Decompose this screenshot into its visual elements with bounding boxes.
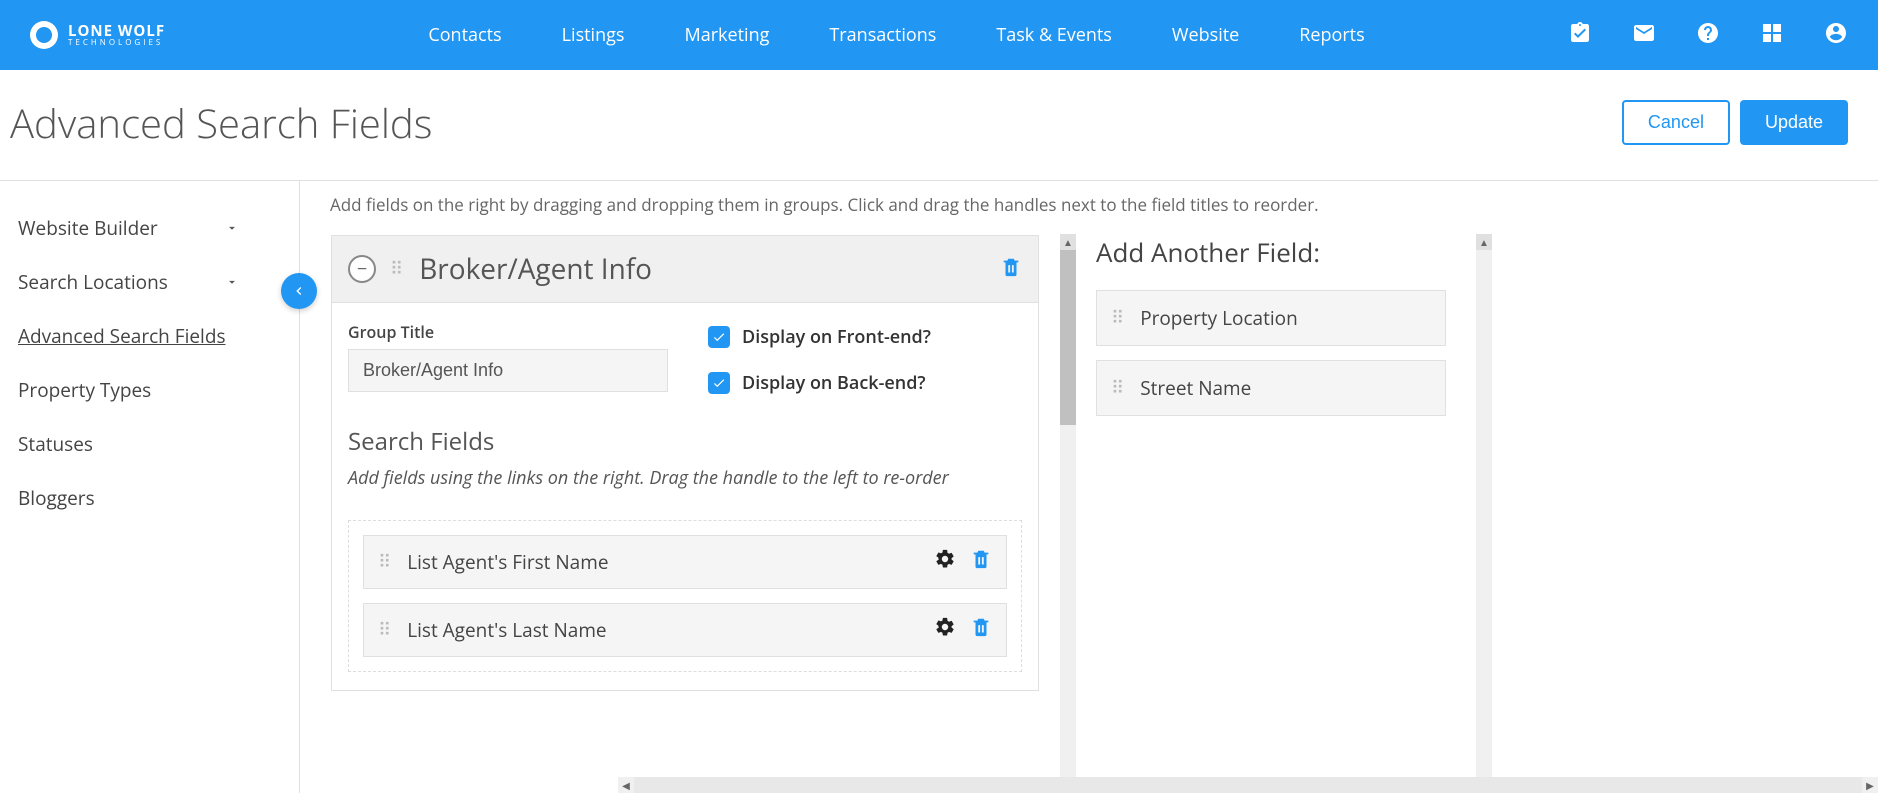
page-title: Advanced Search Fields [10,95,432,150]
search-field-item[interactable]: ⠿ List Agent's Last Name [363,603,1007,657]
panels: − ⠿ Broker/Agent Info Group Title [300,234,1878,793]
sidebar-item-label: Advanced Search Fields [18,323,226,349]
nav-tasks[interactable]: Task & Events [996,23,1112,47]
page-header: Advanced Search Fields Cancel Update [0,70,1878,180]
scroll-thumb[interactable] [1060,250,1076,425]
search-fields-list: ⠿ List Agent's First Name ⠿ List Agent's… [348,520,1022,672]
cancel-button[interactable]: Cancel [1622,100,1730,145]
brand-logo[interactable]: LONE WOLF TECHNOLOGIES [30,21,165,49]
profile-icon[interactable] [1824,21,1848,50]
sidebar-item-label: Bloggers [18,485,95,511]
trash-icon [1000,256,1022,278]
nav-icons [1568,21,1848,50]
group-panel-scrollbar[interactable]: ▲ [1060,234,1076,793]
content: Website Builder Search Locations Advance… [0,180,1878,793]
nav-contacts[interactable]: Contacts [428,23,501,47]
nav-listings[interactable]: Listings [562,23,625,47]
drag-handle-icon[interactable]: ⠿ [1111,383,1126,394]
search-field-item[interactable]: ⠿ List Agent's First Name [363,535,1007,589]
nav-transactions[interactable]: Transactions [829,23,936,47]
sidebar-item-property-types[interactable]: Property Types [18,363,299,417]
gear-icon [934,616,956,638]
nav-marketing[interactable]: Marketing [685,23,770,47]
sidebar-item-label: Search Locations [18,269,168,295]
delete-group-button[interactable] [1000,256,1022,283]
sidebar: Website Builder Search Locations Advance… [0,181,300,793]
help-icon[interactable] [1696,21,1720,50]
trash-icon [970,616,992,638]
search-fields-title: Search Fields [348,425,1022,458]
field-settings-button[interactable] [934,616,956,644]
available-field-label: Street Name [1140,375,1251,401]
mail-icon[interactable] [1632,21,1656,50]
available-field-item[interactable]: ⠿ Street Name [1096,360,1446,416]
search-fields-help: Add fields using the links on the right.… [348,466,1022,490]
search-field-label: List Agent's Last Name [407,617,920,643]
available-field-item[interactable]: ⠿ Property Location [1096,290,1446,346]
group-settings: Group Title Display on Front-end? Displa… [348,321,1022,395]
add-field-panel: Add Another Field: ⠿ Property Location ⠿… [1096,234,1456,793]
main: Add fields on the right by dragging and … [300,181,1878,793]
checkbox-checked-icon [708,372,730,394]
brand-sub: TECHNOLOGIES [68,39,165,47]
search-field-label: List Agent's First Name [407,549,920,575]
group-heading: Broker/Agent Info [419,250,986,288]
drag-handle-icon[interactable]: ⠿ [390,264,405,275]
group-title-label: Group Title [348,321,668,343]
group-header: − ⠿ Broker/Agent Info [331,235,1039,303]
field-delete-button[interactable] [970,616,992,644]
display-frontend-label: Display on Front-end? [742,325,931,349]
group-body: Group Title Display on Front-end? Displa… [331,303,1039,691]
top-nav: LONE WOLF TECHNOLOGIES Contacts Listings… [0,0,1878,70]
nav-website[interactable]: Website [1172,23,1239,47]
drag-handle-icon[interactable]: ⠿ [378,625,393,636]
display-backend-checkbox[interactable]: Display on Back-end? [708,371,931,395]
scroll-up-icon[interactable]: ▲ [1476,234,1492,250]
sidebar-item-website-builder[interactable]: Website Builder [18,201,299,255]
nav-reports[interactable]: Reports [1299,23,1364,47]
clipboard-icon[interactable] [1568,21,1592,50]
drag-handle-icon[interactable]: ⠿ [1111,313,1126,324]
field-delete-button[interactable] [970,548,992,576]
sidebar-item-statuses[interactable]: Statuses [18,417,299,471]
update-button[interactable]: Update [1740,100,1848,145]
search-fields-section: Search Fields Add fields using the links… [348,425,1022,672]
apps-icon[interactable] [1760,21,1784,50]
drag-handle-icon[interactable]: ⠿ [378,557,393,568]
add-field-scrollbar[interactable]: ▲ [1476,234,1492,793]
scroll-up-icon[interactable]: ▲ [1060,234,1076,250]
sidebar-item-label: Statuses [18,431,93,457]
display-frontend-checkbox[interactable]: Display on Front-end? [708,325,931,349]
scroll-right-icon[interactable]: ▶ [1862,778,1878,792]
sidebar-item-search-locations[interactable]: Search Locations [18,255,299,309]
horizontal-scrollbar[interactable]: ◀ ▶ [618,777,1878,793]
logo-mark-icon [30,21,58,49]
available-field-label: Property Location [1140,305,1298,331]
chevron-down-icon [225,221,239,235]
nav-links: Contacts Listings Marketing Transactions… [225,23,1568,47]
sidebar-item-label: Property Types [18,377,151,403]
scroll-left-icon[interactable]: ◀ [618,778,634,792]
chevron-down-icon [225,275,239,289]
collapse-group-button[interactable]: − [348,255,376,283]
group-title-field: Group Title [348,321,668,392]
display-options: Display on Front-end? Display on Back-en… [708,321,931,395]
scroll-track[interactable] [634,777,1862,793]
header-actions: Cancel Update [1622,100,1848,145]
field-settings-button[interactable] [934,548,956,576]
sidebar-item-label: Website Builder [18,215,158,241]
helper-text: Add fields on the right by dragging and … [300,181,1878,234]
group-title-input[interactable] [348,349,668,392]
checkbox-checked-icon [708,326,730,348]
trash-icon [970,548,992,570]
gear-icon [934,548,956,570]
sidebar-item-bloggers[interactable]: Bloggers [18,471,299,525]
sidebar-item-advanced-search-fields[interactable]: Advanced Search Fields [18,309,299,363]
brand-text: LONE WOLF TECHNOLOGIES [68,24,165,47]
group-panel: − ⠿ Broker/Agent Info Group Title [330,234,1040,793]
add-field-title: Add Another Field: [1096,234,1446,270]
display-backend-label: Display on Back-end? [742,371,926,395]
